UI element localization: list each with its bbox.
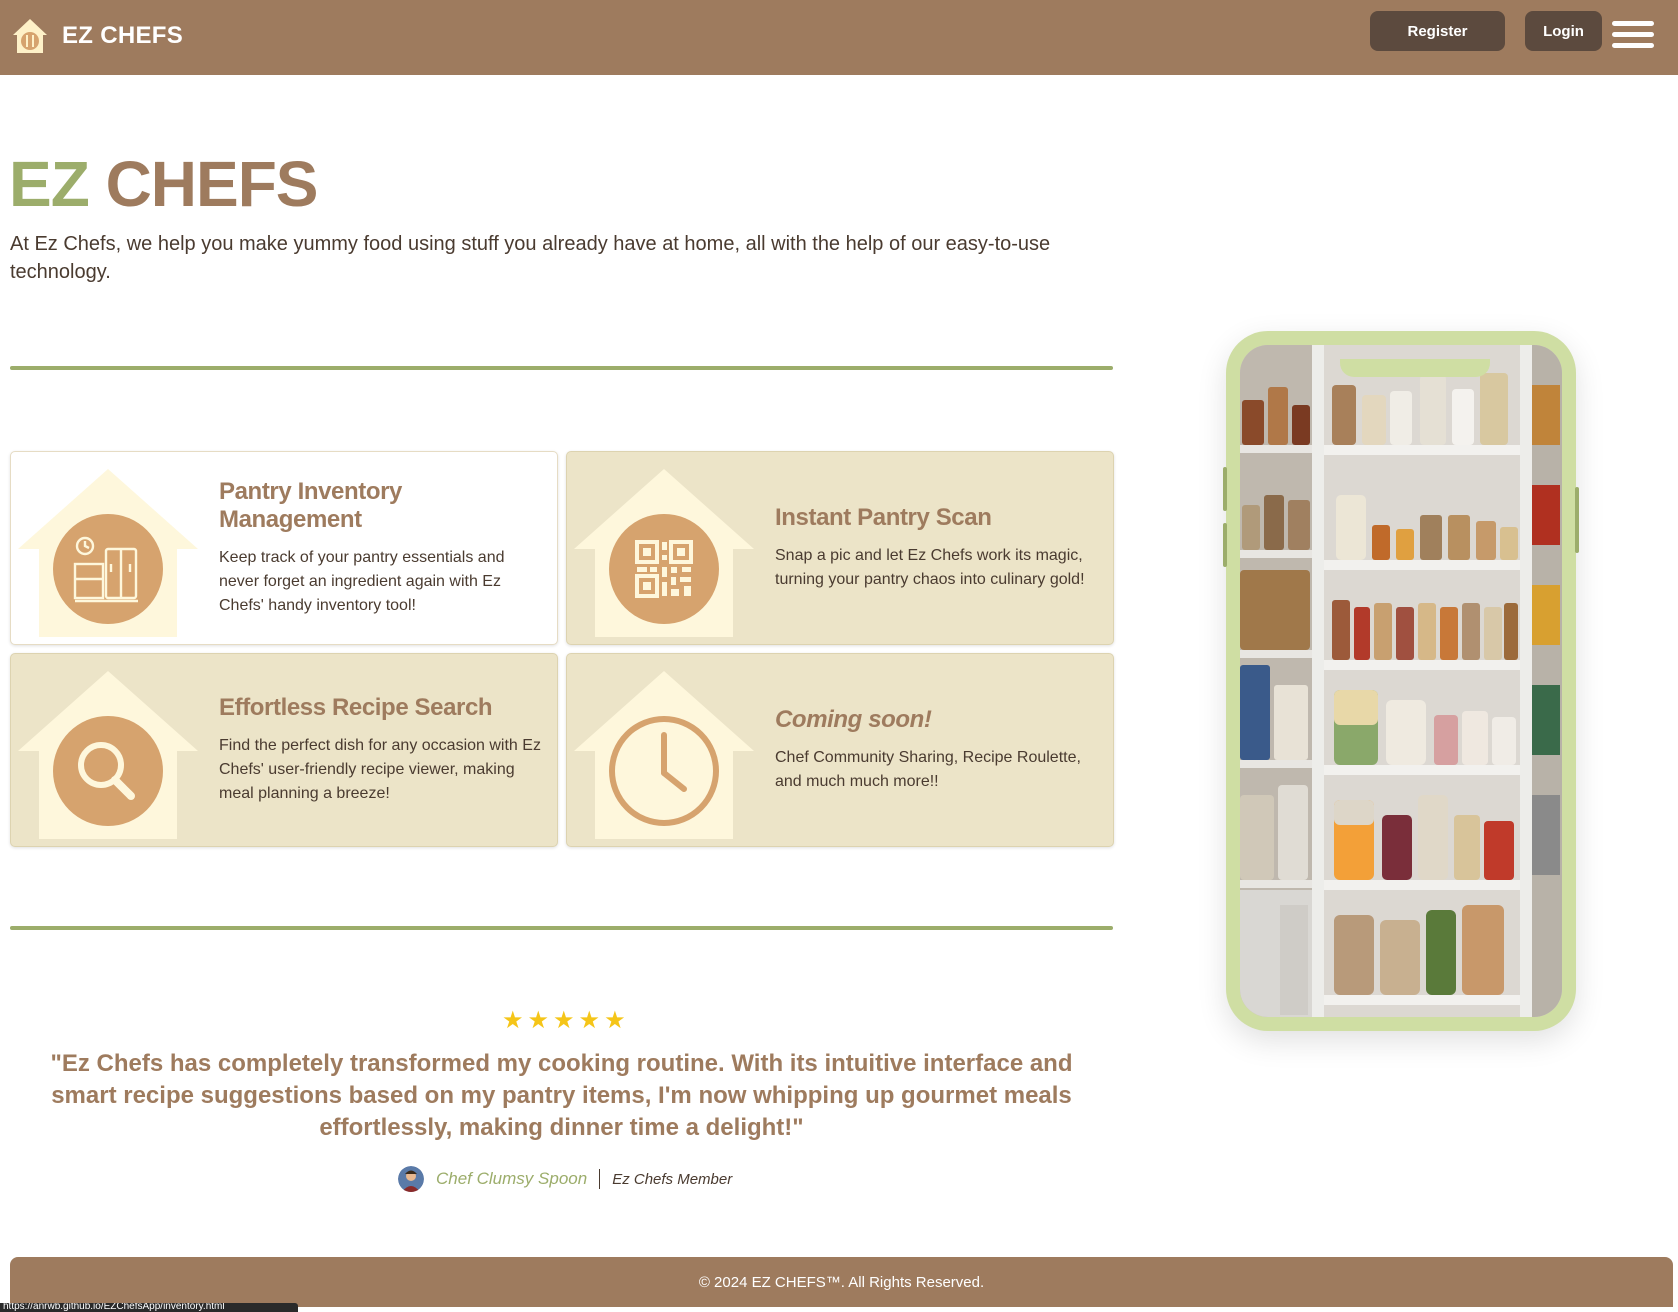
- feature-card-recipe-search[interactable]: Effortless Recipe Search Find the perfec…: [10, 653, 558, 847]
- author-name: Chef Clumsy Spoon: [436, 1169, 588, 1188]
- star-icon: ★: [553, 1007, 575, 1034]
- search-icon: [18, 671, 198, 839]
- feature-title: Instant Pantry Scan: [775, 504, 992, 531]
- phone-mockup: [1223, 331, 1579, 1031]
- phone-notch: [1340, 359, 1490, 377]
- testimonial-quote: "Ez Chefs has completely transformed my …: [50, 1050, 1073, 1141]
- register-button[interactable]: Register: [1370, 11, 1505, 51]
- brand-name: EZ CHEFS: [62, 22, 184, 49]
- qr-code-icon: [574, 469, 754, 637]
- page-title: EZ CHEFS: [9, 152, 318, 216]
- footer: © 2024 EZ CHEFS™. All Rights Reserved.: [10, 1257, 1673, 1307]
- star-icon: ★: [527, 1007, 550, 1034]
- phone-side-button: [1223, 523, 1227, 567]
- rating-stars: ★ ★ ★ ★ ★: [502, 1009, 626, 1033]
- pantry-kitchen-icon: [18, 469, 198, 637]
- login-button[interactable]: Login: [1525, 11, 1602, 51]
- section-divider: [10, 366, 1113, 370]
- star-icon: ★: [578, 1007, 601, 1034]
- pantry-shelves-image: [1240, 345, 1562, 1017]
- feature-title: Effortless Recipe Search: [219, 694, 493, 721]
- hamburger-menu-icon[interactable]: [1612, 21, 1654, 49]
- feature-description: Snap a pic and let Ez Chefs work its mag…: [775, 547, 1085, 588]
- footer-copyright: © 2024 EZ CHEFS™. All Rights Reserved.: [698, 1273, 985, 1291]
- home-chef-logo-icon: [13, 19, 47, 53]
- avatar: [398, 1166, 424, 1192]
- feature-title: Pantry Inventory Management: [219, 478, 402, 533]
- feature-description: Find the perfect dish for any occasion w…: [219, 737, 541, 802]
- status-bar-url: https://anrwb.github.io/EZChefsApp/inven…: [0, 1303, 298, 1312]
- clock-icon: [574, 671, 754, 839]
- phone-side-button: [1575, 487, 1579, 553]
- navbar: EZ CHEFS Register Login: [0, 0, 1678, 75]
- feature-card-instant-scan[interactable]: Instant Pantry Scan Snap a pic and let E…: [566, 451, 1114, 645]
- brand-link[interactable]: EZ CHEFS: [10, 16, 183, 56]
- feature-card-pantry-inventory[interactable]: Pantry Inventory Management Keep track o…: [10, 451, 558, 645]
- feature-description: Chef Community Sharing, Recipe Roulette,…: [775, 749, 1081, 790]
- section-divider: [10, 926, 1113, 930]
- page-title-part1: EZ: [9, 148, 90, 220]
- page-title-part2: CHEFS: [105, 148, 319, 220]
- star-icon: ★: [604, 1007, 626, 1034]
- author-separator: [599, 1169, 601, 1189]
- phone-side-button: [1223, 467, 1227, 511]
- feature-card-coming-soon[interactable]: Coming soon! Chef Community Sharing, Rec…: [566, 653, 1114, 847]
- feature-title: Coming soon!: [775, 706, 932, 733]
- hero-description: At Ez Chefs, we help you make yummy food…: [10, 233, 1051, 283]
- star-icon: ★: [502, 1007, 524, 1034]
- author-role: Ez Chefs Member: [612, 1170, 733, 1188]
- testimonial-author: Chef Clumsy Spoon Ez Chefs Member: [398, 1166, 732, 1192]
- feature-description: Keep track of your pantry essentials and…: [219, 549, 505, 614]
